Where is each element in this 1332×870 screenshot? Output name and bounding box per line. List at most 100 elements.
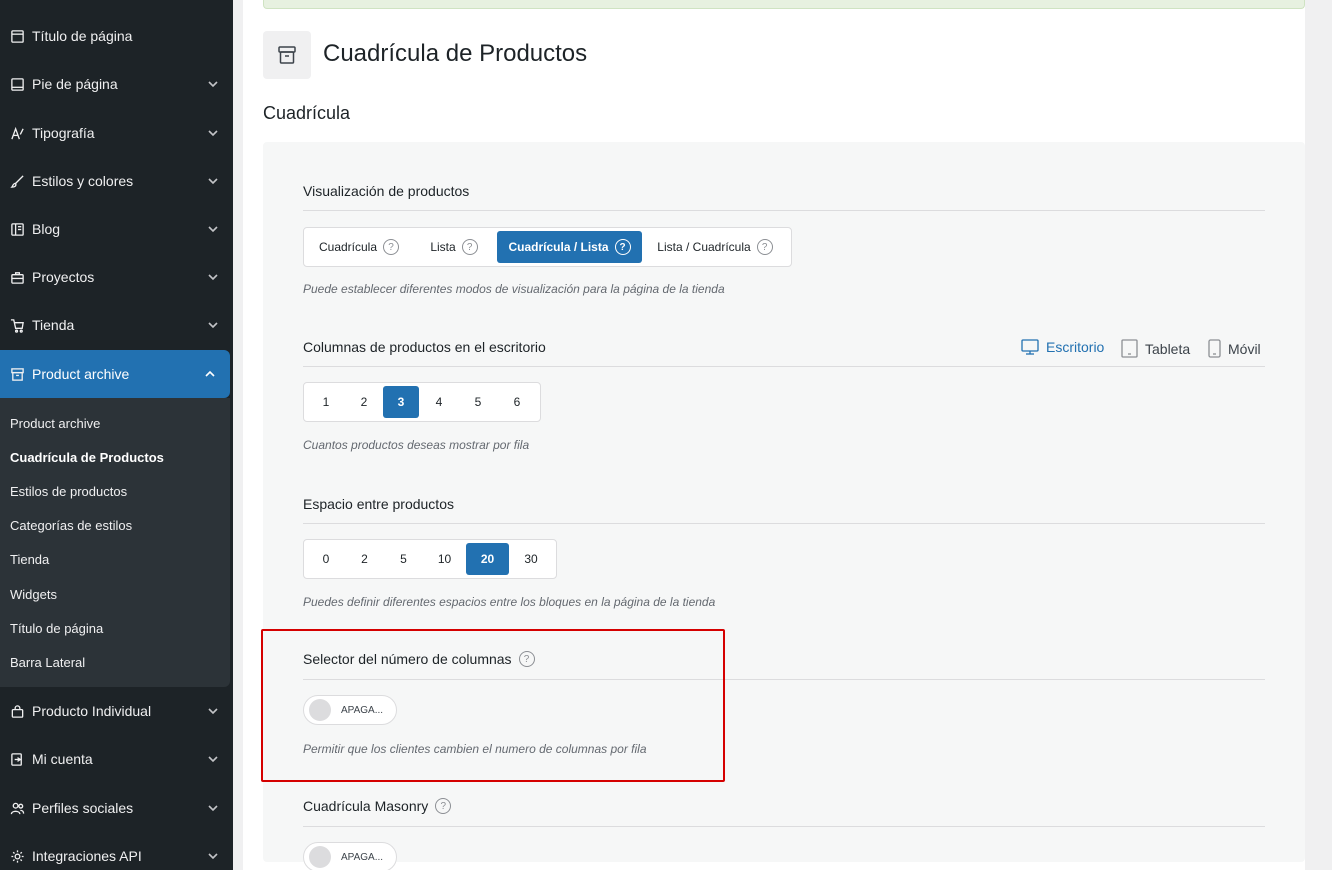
sidebar-item-single-product[interactable]: Producto Individual: [0, 687, 233, 735]
sidebar-item-label: Mi cuenta: [32, 751, 93, 767]
columns-option[interactable]: 5: [459, 386, 497, 418]
submenu-item-product-grid[interactable]: Cuadrícula de Productos: [10, 450, 164, 465]
columns-option[interactable]: 1: [307, 386, 345, 418]
product-spacing-label-text: Espacio entre productos: [303, 496, 454, 512]
display-option-label: Lista / Cuadrícula: [657, 240, 751, 254]
device-desktop[interactable]: Escritorio: [1021, 339, 1104, 355]
sidebar-item-label: Product archive: [32, 366, 130, 382]
device-label: Escritorio: [1046, 339, 1105, 355]
sidebar-item-projects[interactable]: Proyectos: [0, 253, 233, 301]
account-icon: [9, 751, 25, 767]
toggle-state-label: APAGA...: [341, 704, 384, 716]
masonry-grid-toggle[interactable]: APAGA...: [303, 842, 397, 870]
sidebar-item-label: Título de página: [32, 28, 133, 44]
help-icon[interactable]: ?: [518, 651, 535, 667]
sidebar-item-page-title[interactable]: Título de página: [0, 12, 233, 60]
submenu-item-product-archive[interactable]: Product archive: [10, 416, 100, 431]
sidebar-item-label: Integraciones API: [32, 848, 142, 864]
sidebar-item-api-integrations[interactable]: Integraciones API: [0, 832, 233, 870]
columns-option[interactable]: 4: [419, 386, 459, 418]
sidebar-item-label: Perfiles sociales: [32, 800, 134, 816]
spacing-option[interactable]: 30: [509, 543, 553, 575]
sidebar-item-my-account[interactable]: Mi cuenta: [0, 735, 233, 783]
column-selector-toggle[interactable]: APAGA...: [303, 695, 397, 725]
submenu-item-sidebar[interactable]: Barra Lateral: [10, 655, 85, 670]
page-title-icon: [9, 28, 25, 44]
briefcase-icon: [9, 269, 25, 285]
columns-option[interactable]: 3: [383, 386, 419, 418]
tablet-icon: [1121, 339, 1138, 358]
sidebar-item-label: Tipografía: [32, 125, 95, 141]
display-option-grid[interactable]: Cuadrícula ?: [307, 231, 411, 263]
masonry-grid-label: Cuadrícula Masonry ?: [303, 798, 452, 814]
brush-icon: [9, 173, 25, 189]
help-icon[interactable]: ?: [461, 239, 478, 255]
display-option-label: Cuadrícula / Lista: [508, 240, 609, 254]
device-tablet[interactable]: Tableta: [1121, 339, 1190, 358]
device-label: Tableta: [1145, 340, 1191, 357]
submenu-item-shop[interactable]: Tienda: [10, 552, 49, 567]
sidebar-item-typography[interactable]: Tipografía: [0, 109, 233, 157]
chevron-down-icon: [207, 174, 219, 186]
spacing-option[interactable]: 0: [307, 543, 345, 575]
chevron-down-icon: [207, 126, 219, 138]
sidebar-item-label: Tienda: [32, 317, 75, 333]
sidebar-item-label: Estilos y colores: [32, 173, 134, 189]
sidebar-item-blog[interactable]: Blog: [0, 205, 233, 253]
sidebar-item-footer[interactable]: Pie de página: [0, 60, 233, 108]
help-icon[interactable]: ?: [435, 798, 452, 814]
display-option-list[interactable]: Lista ?: [411, 231, 497, 263]
archive-icon: [9, 366, 25, 382]
sidebar-item-shop[interactable]: Tienda: [0, 301, 233, 349]
product-spacing-selector: 0 2 5 10 20 30: [303, 539, 557, 579]
product-display-selector: Cuadrícula ? Lista ? Cuadrícula / Lista …: [303, 227, 792, 267]
device-label: Móvil: [1228, 340, 1261, 357]
sidebar-item-label: Pie de página: [32, 76, 118, 92]
column-selector-label: Selector del número de columnas ?: [303, 651, 535, 667]
submenu-item-product-styles[interactable]: Estilos de productos: [10, 484, 127, 499]
divider: [303, 210, 1265, 211]
section-title: Cuadrícula: [263, 103, 351, 123]
masonry-grid-label-text: Cuadrícula Masonry: [303, 798, 429, 814]
desktop-columns-label-text: Columnas de productos en el escritorio: [303, 339, 546, 355]
mobile-icon: [1208, 339, 1221, 358]
submenu-item-page-title[interactable]: Título de página: [10, 621, 103, 636]
display-option-grid-list[interactable]: Cuadrícula / Lista ?: [497, 231, 642, 263]
divider: [303, 523, 1265, 524]
sidebar-item-styles-colors[interactable]: Estilos y colores: [0, 157, 233, 205]
sidebar-item-product-archive[interactable]: Product archive: [0, 350, 230, 398]
sidebar-item-social-profiles[interactable]: Perfiles sociales: [0, 784, 233, 832]
columns-option[interactable]: 6: [497, 386, 537, 418]
divider: [303, 679, 1265, 680]
display-option-list-grid[interactable]: Lista / Cuadrícula ?: [642, 231, 788, 263]
settings-panel: Cuadrícula de Productos Cuadrícula Visua…: [243, 0, 1305, 870]
columns-option[interactable]: 2: [345, 386, 383, 418]
product-spacing-description: Puedes definir diferentes espacios entre…: [303, 595, 716, 609]
help-icon[interactable]: ?: [383, 239, 400, 255]
toggle-knob: [309, 846, 331, 868]
column-selector-description: Permitir que los clientes cambien el num…: [303, 742, 647, 756]
submenu-item-widgets[interactable]: Widgets: [10, 587, 57, 602]
product-archive-submenu: Product archive Cuadrícula de Productos …: [0, 398, 230, 687]
chevron-down-icon: [207, 270, 219, 282]
grid-settings-card: Visualización de productos Cuadrícula ? …: [263, 142, 1305, 870]
page-title: Cuadrícula de Productos: [323, 40, 588, 67]
spacing-option[interactable]: 10: [423, 543, 466, 575]
spacing-option[interactable]: 5: [384, 543, 423, 575]
typography-icon: [9, 125, 25, 141]
help-icon[interactable]: ?: [756, 239, 773, 255]
toggle-knob: [309, 699, 331, 721]
device-mobile[interactable]: Móvil: [1208, 339, 1261, 358]
desktop-columns-description: Cuantos productos deseas mostrar por fil…: [303, 438, 530, 452]
help-icon[interactable]: ?: [614, 239, 631, 255]
product-display-label: Visualización de productos: [303, 183, 469, 199]
bag-icon: [9, 703, 25, 719]
spacing-option[interactable]: 2: [345, 543, 384, 575]
submenu-item-category-styles[interactable]: Categorías de estilos: [10, 518, 132, 533]
divider: [303, 826, 1265, 827]
main-content: Cuadrícula de Productos Cuadrícula Visua…: [233, 0, 1332, 870]
chevron-down-icon: [207, 318, 219, 330]
spacing-option[interactable]: 20: [466, 543, 509, 575]
chevron-down-icon: [207, 704, 219, 716]
display-option-label: Cuadrícula: [318, 240, 378, 254]
